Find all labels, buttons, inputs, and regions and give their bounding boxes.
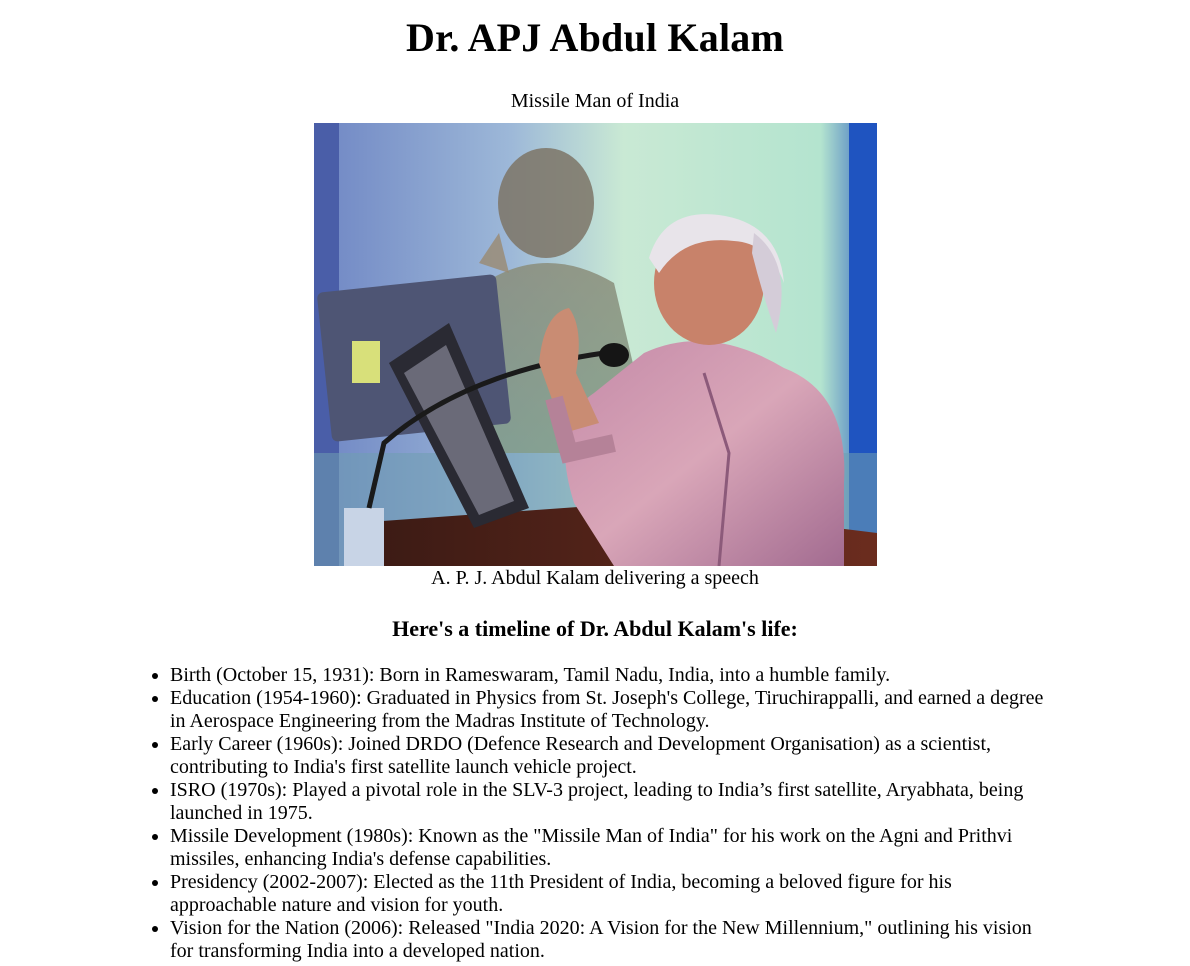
timeline-item-birth: Birth (October 15, 1931): Born in Ramesw…: [170, 664, 1050, 687]
page-subtitle: Missile Man of India: [510, 90, 680, 112]
timeline-heading: Here's a timeline of Dr. Abdul Kalam's l…: [392, 616, 798, 641]
timeline-item-missile-development: Missile Development (1980s): Known as th…: [170, 825, 1050, 871]
timeline-item-vision: Vision for the Nation (2006): Released "…: [170, 917, 1050, 963]
timeline-item-presidency: Presidency (2002-2007): Elected as the 1…: [170, 871, 1050, 917]
speech-photo: [313, 123, 877, 566]
photo-caption: A. P. J. Abdul Kalam delivering a speech: [431, 567, 759, 589]
timeline-item-education: Education (1954-1960): Graduated in Phys…: [170, 687, 1050, 733]
speech-figure: A. P. J. Abdul Kalam delivering a speech: [313, 123, 877, 590]
timeline-item-isro: ISRO (1970s): Played a pivotal role in t…: [170, 779, 1050, 825]
page-title: Dr. APJ Abdul Kalam: [406, 15, 784, 60]
timeline-item-early-career: Early Career (1960s): Joined DRDO (Defen…: [170, 733, 1050, 779]
timeline-list: Birth (October 15, 1931): Born in Ramesw…: [0, 664, 1050, 963]
